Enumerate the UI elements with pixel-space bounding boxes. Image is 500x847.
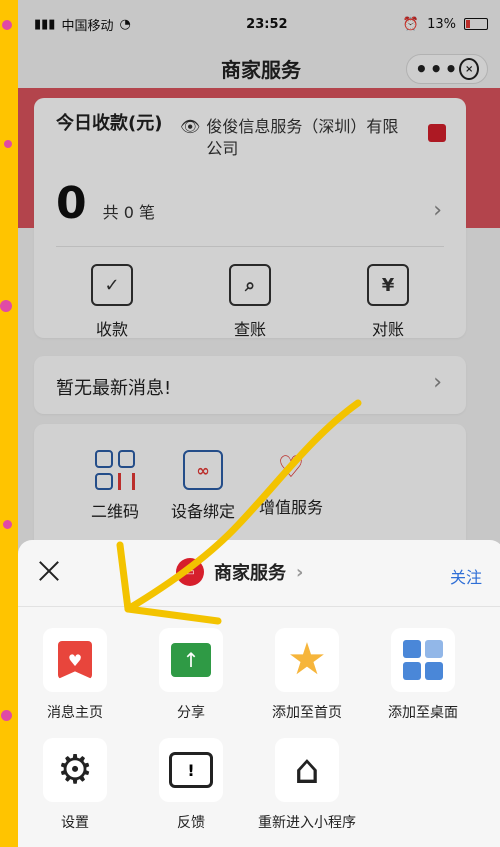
menu-reenter-mini-program[interactable]: ⌂ 重新进入小程序	[242, 738, 372, 832]
menu-share[interactable]: ↑ 分享	[136, 628, 246, 722]
menu-label: 反馈	[177, 815, 205, 831]
home-reenter-icon: ⌂	[294, 747, 320, 793]
settings-icon: ⚙	[57, 747, 93, 793]
menu-label: 分享	[177, 705, 205, 721]
menu-feedback[interactable]: ! 反馈	[136, 738, 246, 832]
menu-label: 重新进入小程序	[258, 815, 356, 831]
follow-button[interactable]: 关注	[450, 564, 482, 588]
add-to-desktop-icon	[403, 640, 443, 680]
share-icon: ↑	[171, 643, 211, 677]
menu-add-to-home[interactable]: ★ 添加至首页	[252, 628, 362, 722]
menu-add-to-desktop[interactable]: 添加至桌面	[368, 628, 478, 722]
feedback-icon: !	[169, 752, 213, 788]
menu-label: 添加至桌面	[388, 705, 458, 721]
annotation-arrow	[116, 399, 362, 625]
menu-message-home[interactable]: ♥ 消息主页	[20, 628, 130, 722]
message-home-icon: ♥	[58, 641, 92, 679]
menu-settings[interactable]: ⚙ 设置	[20, 738, 130, 832]
menu-label: 添加至首页	[272, 705, 342, 721]
phone-screen: ▮▮▮ 中国移动 ◔ 23:52 ⏰ 13% 商家服务 ••• × 今日收款(元…	[18, 0, 500, 847]
star-icon: ★	[287, 634, 327, 685]
close-icon[interactable]	[36, 558, 62, 584]
menu-label: 消息主页	[47, 705, 103, 721]
menu-label: 设置	[61, 815, 89, 831]
